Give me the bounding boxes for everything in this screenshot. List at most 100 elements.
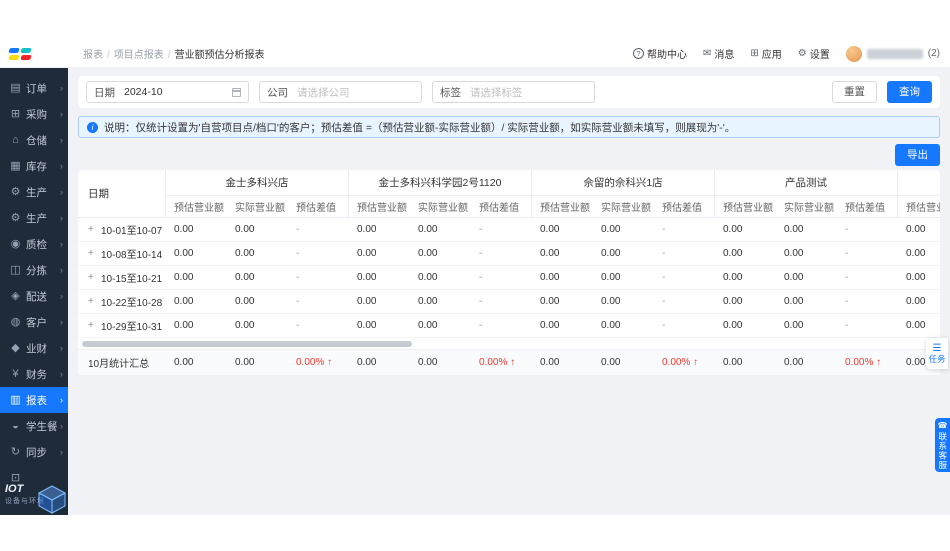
value-cell: 0.00 [784, 248, 804, 259]
column-header: 预估营业额 [540, 203, 590, 214]
column-header-partial: 预估营业额 [906, 203, 940, 214]
scrollbar-thumb[interactable] [82, 340, 412, 347]
topbar-settings[interactable]: ⚙ 设置 [798, 46, 830, 61]
sidebar-item-purchasing[interactable]: ⊞ 采购 › [0, 101, 68, 127]
value-cell: 0.00 [723, 248, 743, 259]
user-menu[interactable]: (2) [845, 45, 940, 62]
sidebar-item-label: 学生餐 [26, 420, 58, 433]
tag-filter[interactable]: 标签 请选择标签 [432, 81, 595, 103]
company-filter[interactable]: 公司 请选择公司 [259, 81, 422, 103]
date-filter-label: 日期 [94, 86, 115, 99]
user-name-suffix: (2) [927, 48, 940, 59]
value-cell: 0.00 [357, 272, 377, 283]
value-cell: - [662, 296, 666, 307]
value-cell: 0.00 [235, 320, 255, 331]
topbar-apps[interactable]: ⊞ 应用 [750, 46, 781, 61]
summary-cell: 0.00% ↑ [296, 357, 333, 368]
chevron-right-icon: › [60, 265, 63, 275]
value-cell: - [662, 224, 666, 235]
chevron-right-icon: › [60, 109, 63, 119]
value-cell: 0.00 [601, 248, 621, 259]
query-button[interactable]: 查询 [887, 81, 932, 103]
sidebar-item-business-finance[interactable]: ◆ 业财 › [0, 335, 68, 361]
reset-button[interactable]: 重置 [832, 81, 877, 103]
sidebar-item-production-2[interactable]: ⚙ 生产 › [0, 205, 68, 231]
chevron-right-icon: › [60, 447, 63, 457]
production-icon: ⚙ [10, 211, 21, 224]
customer-service-label: 联系客服 [937, 432, 948, 470]
customer-service-button[interactable]: ☎ 联系客服 [935, 418, 950, 472]
value-cell: 0.00 [723, 320, 743, 331]
column-header: 预估差值 [288, 196, 349, 217]
sidebar-iot-footer[interactable]: IOT 设备与环境 [0, 481, 68, 515]
table-body: +10-01至10-07 0.00 0.00 - 0.00 0.00 - 0.00 0.00 - 0… [78, 218, 940, 338]
column-header: 实际营业额 [235, 203, 285, 214]
value-cell: 0.00 [601, 224, 621, 235]
expand-icon[interactable]: + [88, 320, 97, 331]
table-toolbar: 导出 [895, 144, 940, 166]
value-cell: 0.00 [601, 296, 621, 307]
sidebar-item-label: 分拣 [26, 264, 47, 277]
sidebar-item-student-meals[interactable]: ◒ 学生餐 › [0, 413, 68, 439]
sidebar-item-delivery[interactable]: ◈ 配送 › [0, 283, 68, 309]
sidebar-item-label: 订单 [26, 82, 47, 95]
store-group-header: 金士多科兴科学园2号1120 [349, 170, 532, 195]
chevron-right-icon: › [60, 83, 63, 93]
topbar-help[interactable]: ? 帮助中心 [633, 46, 687, 61]
value-cell: - [662, 248, 666, 259]
value-cell: 0.00 [235, 296, 255, 307]
value-cell: 0.00 [357, 320, 377, 331]
sidebar-item-label: 库存 [26, 160, 47, 173]
sidebar-item-quality[interactable]: ◉ 质检 › [0, 231, 68, 257]
value-cell: 0.00 [723, 272, 743, 283]
breadcrumb-item[interactable]: 报表 [83, 50, 103, 61]
notice-banner: i 说明：仅统计设置为'自营项目点/档口'的客户；预估差值 =（预估营业额-实际… [78, 116, 940, 138]
purchase-icon: ⊞ [10, 107, 21, 120]
sidebar-item-sync[interactable]: ↻ 同步 › [0, 439, 68, 465]
expand-icon[interactable]: + [88, 296, 97, 307]
sidebar-item-orders[interactable]: ▤ 订单 › [0, 75, 68, 101]
value-cell-partial: 0.00 [906, 248, 926, 259]
date-filter[interactable]: 日期 2024-10 [86, 81, 249, 103]
chevron-right-icon: › [60, 187, 63, 197]
sidebar-item-sorting[interactable]: ◫ 分拣 › [0, 257, 68, 283]
breadcrumb-separator: / [107, 50, 110, 61]
filter-bar: 日期 2024-10 公司 请选择公司 标签 请选择标签 重置 查询 [78, 76, 940, 108]
value-cell: 0.00 [174, 224, 194, 235]
value-cell: 0.00 [784, 296, 804, 307]
sidebar-item-reports[interactable]: ▥ 报表 › [0, 387, 68, 413]
value-cell: 0.00 [784, 320, 804, 331]
task-float-button[interactable]: ☰ 任务 [926, 338, 948, 369]
horizontal-scrollbar[interactable] [78, 338, 940, 349]
expand-icon[interactable]: + [88, 224, 97, 235]
avatar[interactable] [845, 45, 862, 62]
export-button[interactable]: 导出 [895, 144, 940, 166]
table-row: +10-29至10-31 0.00 0.00 - 0.00 0.00 - 0.00 0.00 - 0… [78, 314, 940, 338]
app-logo-icon [8, 47, 35, 60]
value-cell: - [845, 224, 849, 235]
topbar-actions: ? 帮助中心 ✉ 消息 ⊞ 应用 ⚙ 设置 [633, 46, 830, 61]
sidebar-item-finance[interactable]: ¥ 财务 › [0, 361, 68, 387]
date-range: 10-08至10-14 [101, 250, 163, 261]
topbar-messages[interactable]: ✉ 消息 [703, 46, 734, 61]
expand-icon[interactable]: + [88, 248, 97, 259]
summary-cell: 0.00% ↑ [662, 357, 699, 368]
summary-cell: 0.00 [601, 357, 621, 368]
main-content: 日期 2024-10 公司 请选择公司 标签 请选择标签 重置 查询 i 说明：… [68, 68, 950, 515]
topbar-messages-label: 消息 [714, 50, 735, 61]
expand-icon[interactable]: + [88, 272, 97, 283]
value-cell: 0.00 [723, 296, 743, 307]
breadcrumb-item[interactable]: 项目点报表 [114, 50, 164, 61]
sidebar-item-customers[interactable]: ◍ 客户 › [0, 309, 68, 335]
sidebar-item-warehouse[interactable]: ⌂ 仓储 › [0, 127, 68, 153]
summary-cell: 0.00 [235, 357, 255, 368]
sidebar-item-inventory[interactable]: ▦ 库存 › [0, 153, 68, 179]
value-cell: - [662, 320, 666, 331]
sidebar-item-label: 质检 [26, 238, 47, 251]
sidebar-item-production-1[interactable]: ⚙ 生产 › [0, 179, 68, 205]
chevron-right-icon: › [60, 395, 63, 405]
sidebar-item-label: 生产 [26, 186, 47, 199]
finance-icon: ¥ [12, 367, 19, 380]
value-cell: 0.00 [540, 320, 560, 331]
sidebar: ▤ 订单 › ⊞ 采购 › ⌂ 仓储 › ▦ 库存 › ⚙ 生产 › ⚙ 生产 › ◉ 质检 › ◫ 分拣 › ◈ 配送 › ◍ 客户 ›… [0, 68, 68, 515]
